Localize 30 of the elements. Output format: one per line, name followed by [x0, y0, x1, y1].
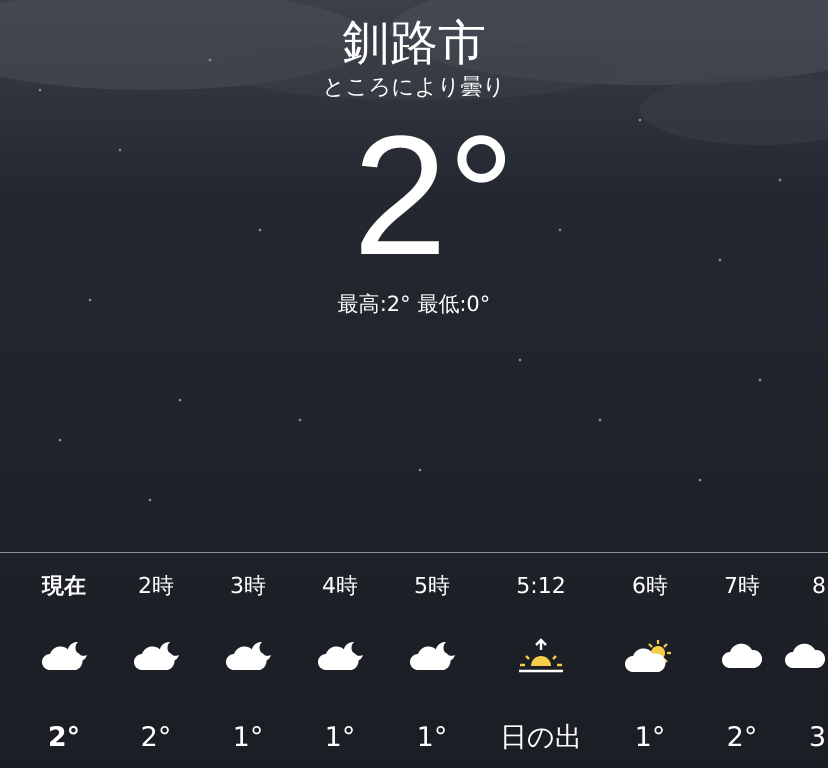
hour-label: 7時	[724, 573, 760, 601]
cloud-moon-icon	[40, 640, 88, 672]
weather-condition: ところにより曇り	[322, 74, 506, 102]
hour-label: 5:12	[516, 573, 566, 601]
cloud-moon-icon	[224, 640, 272, 672]
hour-label: 6時	[632, 573, 668, 601]
hour-temperature: 日の出	[500, 721, 582, 755]
sunrise-icon	[518, 638, 564, 674]
cloud-icon	[784, 643, 826, 669]
hour-temperature: 2°	[726, 721, 758, 755]
hour-temperature: 3	[808, 721, 826, 755]
hour-label: 5時	[414, 573, 450, 601]
cloud-icon	[721, 643, 763, 669]
high-low-temperature: 最高:2° 最低:0°	[338, 291, 490, 318]
current-temperature: 2°	[352, 106, 516, 286]
hour-temperature: 1°	[324, 721, 356, 755]
cloud-moon-icon	[408, 640, 456, 672]
hour-label: 2時	[138, 573, 174, 601]
hour-label: 8	[812, 573, 826, 601]
hour-label: 3時	[230, 573, 266, 601]
hour-label: 4時	[322, 573, 358, 601]
cloud-moon-icon	[132, 640, 180, 672]
cloud-moon-icon	[316, 640, 364, 672]
hour-temperature: 2°	[48, 721, 80, 755]
hour-temperature: 1°	[416, 721, 448, 755]
hour-temperature: 1°	[634, 721, 666, 755]
hour-temperature: 1°	[232, 721, 264, 755]
hour-temperature: 2°	[140, 721, 172, 755]
city-name: 釧路市	[342, 14, 486, 73]
hour-label: 現在	[42, 573, 86, 601]
